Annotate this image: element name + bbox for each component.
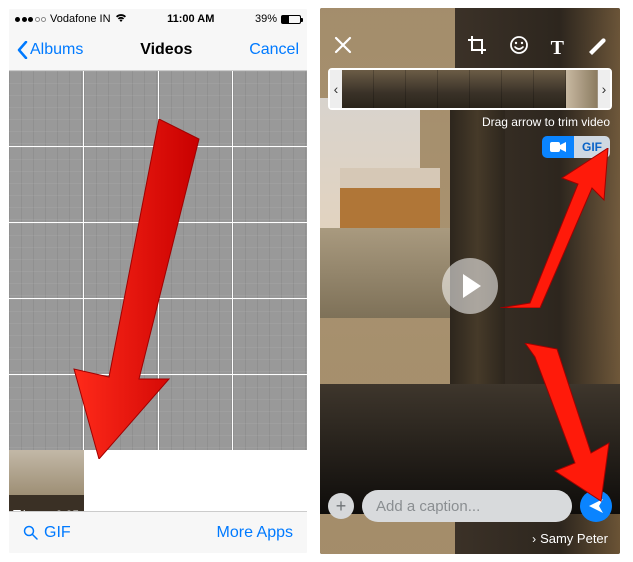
chevron-right-icon: › — [532, 532, 536, 546]
status-bar — [320, 8, 620, 28]
editor-toolbar: T — [320, 28, 620, 68]
emoji-icon[interactable] — [509, 35, 529, 61]
wifi-icon — [115, 13, 127, 26]
send-icon — [587, 497, 605, 515]
play-button[interactable] — [442, 258, 498, 314]
status-time: 11:00 AM — [167, 13, 214, 25]
video-thumbnail[interactable] — [159, 71, 233, 146]
video-thumbnail[interactable] — [9, 299, 83, 374]
toggle-video[interactable] — [542, 136, 574, 158]
caption-placeholder: Add a caption... — [376, 498, 480, 515]
trim-handle-right[interactable]: › — [598, 70, 610, 108]
trim-frames — [342, 70, 598, 108]
video-thumbnail[interactable] — [159, 299, 233, 374]
video-thumbnail[interactable] — [9, 223, 83, 298]
recipient-row[interactable]: › Samy Peter — [532, 531, 608, 546]
caption-bar: + Add a caption... — [328, 490, 612, 522]
crop-icon[interactable] — [467, 35, 487, 61]
trim-strip[interactable]: ‹ › — [328, 68, 612, 110]
video-grid — [9, 71, 307, 450]
video-thumbnail[interactable] — [159, 147, 233, 222]
play-icon — [463, 274, 481, 298]
toggle-gif[interactable]: GIF — [574, 136, 610, 158]
more-apps-button[interactable]: More Apps — [217, 524, 293, 542]
video-thumbnail[interactable] — [159, 223, 233, 298]
video-thumbnail[interactable] — [233, 375, 307, 450]
video-thumbnail[interactable] — [9, 71, 83, 146]
carrier-label: Vodafone IN — [50, 13, 111, 25]
video-camera-icon — [550, 142, 566, 152]
battery-icon — [281, 15, 301, 24]
video-thumbnail[interactable] — [233, 299, 307, 374]
add-media-button[interactable]: + — [328, 493, 354, 519]
video-thumbnail[interactable] — [84, 223, 158, 298]
trim-hint: Drag arrow to trim video — [320, 110, 620, 131]
video-thumbnail[interactable] — [9, 375, 83, 450]
nav-title: Videos — [140, 41, 192, 59]
draw-icon[interactable] — [586, 35, 606, 61]
video-thumbnail[interactable] — [159, 375, 233, 450]
back-label: Albums — [30, 41, 83, 59]
gif-label: GIF — [44, 524, 71, 542]
status-bar: Vodafone IN 11:00 AM 39% — [9, 9, 307, 29]
recipient-name: Samy Peter — [540, 531, 608, 546]
cancel-button[interactable]: Cancel — [249, 41, 299, 59]
chevron-left-icon — [17, 41, 28, 59]
signal-strength-icon — [15, 17, 46, 22]
search-icon — [23, 525, 38, 540]
video-thumbnail[interactable] — [233, 71, 307, 146]
caption-input[interactable]: Add a caption... — [362, 490, 572, 522]
back-button[interactable]: Albums — [17, 41, 83, 59]
video-thumbnail[interactable] — [233, 147, 307, 222]
video-thumbnail[interactable] — [84, 71, 158, 146]
battery-pct: 39% — [255, 13, 277, 25]
video-thumbnail[interactable] — [9, 147, 83, 222]
video-thumbnail[interactable] — [84, 147, 158, 222]
picker-footer: GIF More Apps — [9, 511, 307, 553]
close-button[interactable] — [334, 36, 352, 60]
status-left: Vodafone IN — [15, 13, 127, 26]
video-thumbnail[interactable] — [84, 299, 158, 374]
video-thumbnail[interactable] — [233, 223, 307, 298]
video-editor-screen: T ‹ › Drag arrow to trim video GIF + Add… — [320, 8, 620, 554]
text-tool-icon[interactable]: T — [551, 37, 564, 60]
video-thumbnail[interactable] — [84, 375, 158, 450]
gif-search-button[interactable]: GIF — [23, 524, 71, 542]
nav-bar: Albums Videos Cancel — [9, 29, 307, 71]
send-button[interactable] — [580, 490, 612, 522]
status-right: 39% — [255, 13, 301, 25]
trim-handle-left[interactable]: ‹ — [330, 70, 342, 108]
video-gif-toggle[interactable]: GIF — [542, 136, 610, 158]
photos-picker-screen: Vodafone IN 11:00 AM 39% Albums Videos C… — [8, 8, 308, 554]
